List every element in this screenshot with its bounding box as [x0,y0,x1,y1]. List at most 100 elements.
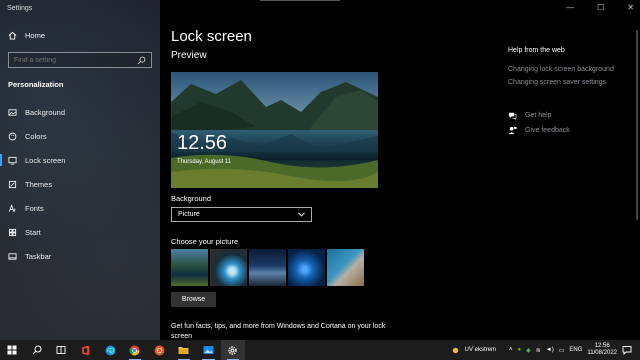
search-icon [32,345,42,355]
sidebar-item-label: Fonts [25,203,44,213]
sidebar-item-lock-screen[interactable]: Lock screen [0,148,160,172]
sidebar-item-colors[interactable]: Colors [0,124,160,148]
drag-indicator [260,0,340,1]
home-icon [8,31,17,40]
wifi-icon[interactable]: ≋ [536,347,541,354]
system-tray: UV ekstrem ˄ ● ◆ ≋ ◄) ▭ ENG 12.56 11/08/… [451,340,640,360]
taskbar-app-file-explorer[interactable] [172,340,197,360]
lock-screen-preview: 12.56 Thursday, August 11 [171,72,378,188]
close-button[interactable]: ✕ [627,3,634,12]
browse-button[interactable]: Browse [171,292,216,307]
picture-thumbnail[interactable] [171,249,208,286]
task-view-icon [56,346,66,354]
help-link-lock-screen-background[interactable]: Changing lock screen background [508,66,614,73]
taskbar-app-settings[interactable] [220,340,245,360]
shield-icon[interactable]: ◆ [526,347,531,354]
help-link-screen-saver[interactable]: Changing screen saver settings [508,79,606,86]
taskbar-app-ubuntu[interactable] [147,340,172,360]
volume-icon[interactable]: ◄) [546,347,554,353]
preview-heading: Preview [171,50,207,61]
picture-thumbnail[interactable] [288,249,325,286]
chevron-up-icon[interactable]: ˄ [509,347,513,353]
scrollbar[interactable] [636,30,638,220]
taskbar-app-edge[interactable] [98,340,123,360]
window-controls: — ☐ ✕ [566,3,634,12]
minimize-button[interactable]: — [566,3,574,12]
font-icon [8,203,16,212]
page-title: Lock screen [171,28,252,45]
sidebar-item-background[interactable]: Background [0,100,160,124]
weather-sun-icon [452,347,458,353]
photos-icon [203,346,214,354]
section-personalization: Personalization [8,80,64,89]
get-help-label: Get help [525,112,552,119]
sidebar-nav: Background Colors Lock screen Themes Fon… [0,100,160,268]
sidebar-item-themes[interactable]: Themes [0,172,160,196]
preview-time: 12.56 [177,132,228,154]
taskbar-clock[interactable]: 12.56 11/08/2022 [587,343,617,357]
edge-icon [105,345,116,355]
sidebar-item-label: Background [25,107,66,117]
sidebar-item-taskbar[interactable]: Taskbar [0,244,160,268]
task-view-button[interactable] [49,340,74,360]
clock-date: 11/08/2022 [587,350,617,356]
office-icon [82,345,90,355]
clock-time: 12.56 [594,343,610,349]
windows-start-button[interactable] [0,340,25,360]
language-indicator[interactable]: ENG [569,347,582,353]
background-dropdown-value: Picture [178,211,200,218]
background-label: Background [171,194,212,203]
search-icon[interactable] [137,56,146,65]
give-feedback-label: Give feedback [525,127,570,134]
taskbar-app-photos[interactable] [196,340,221,360]
maximize-button[interactable]: ☐ [597,3,604,12]
settings-main-pane: — ☐ ✕ Lock screen Preview 12.56 Thursday… [160,0,640,340]
ubuntu-icon [154,345,165,355]
chat-help-icon [508,112,517,120]
lock-screen-icon [8,156,17,165]
sidebar-item-label: Start [25,227,41,237]
feedback-icon [508,126,517,135]
battery-icon[interactable]: ▭ [559,347,565,354]
start-icon [8,228,17,236]
chrome-icon [129,345,140,355]
sidebar-item-label: Colors [25,131,47,141]
settings-icon [228,345,237,355]
background-dropdown[interactable]: Picture [171,207,312,222]
preview-date: Thursday, August 11 [177,159,232,165]
picture-thumbnail[interactable] [210,249,247,286]
file-explorer-icon [178,347,189,354]
sidebar-item-label: Taskbar [25,251,52,261]
sidebar-item-fonts[interactable]: Fonts [0,196,160,220]
taskbar: UV ekstrem ˄ ● ◆ ≋ ◄) ▭ ENG 12.56 11/08/… [0,340,640,360]
choose-picture-label: Choose your picture [171,237,239,246]
get-help-link[interactable]: Get help [508,111,551,120]
sidebar-item-label: Lock screen [25,155,66,165]
sidebar-item-start[interactable]: Start [0,220,160,244]
settings-sidebar: Settings Home Personalization Background [0,0,160,340]
windows-start-icon [7,345,17,355]
taskbar-search-button[interactable] [25,340,50,360]
preview-landscape-image [171,72,378,188]
taskbar-app-office[interactable] [74,340,99,360]
sidebar-item-label: Themes [25,179,53,189]
picture-thumbnails [171,249,364,286]
nvidia-icon[interactable]: ● [518,347,522,353]
search-input[interactable] [14,56,124,64]
taskbar-app-chrome[interactable] [123,340,148,360]
taskbar-icon [8,252,17,260]
give-feedback-link[interactable]: Give feedback [508,126,570,135]
image-icon [8,108,17,116]
fun-facts-label: Get fun facts, tips, and more from Windo… [171,323,386,340]
picture-thumbnail[interactable] [327,249,364,286]
picture-thumbnail[interactable] [249,249,286,286]
window-title: Settings [7,5,33,12]
weather-label[interactable]: UV ekstrem [465,347,496,353]
search-box[interactable] [8,52,152,68]
notification-icon[interactable] [622,345,632,355]
home-label: Home [25,31,46,40]
palette-icon [8,132,17,140]
chevron-down-icon [298,212,305,217]
brush-icon [8,180,17,188]
home-nav-item[interactable]: Home [8,31,45,40]
